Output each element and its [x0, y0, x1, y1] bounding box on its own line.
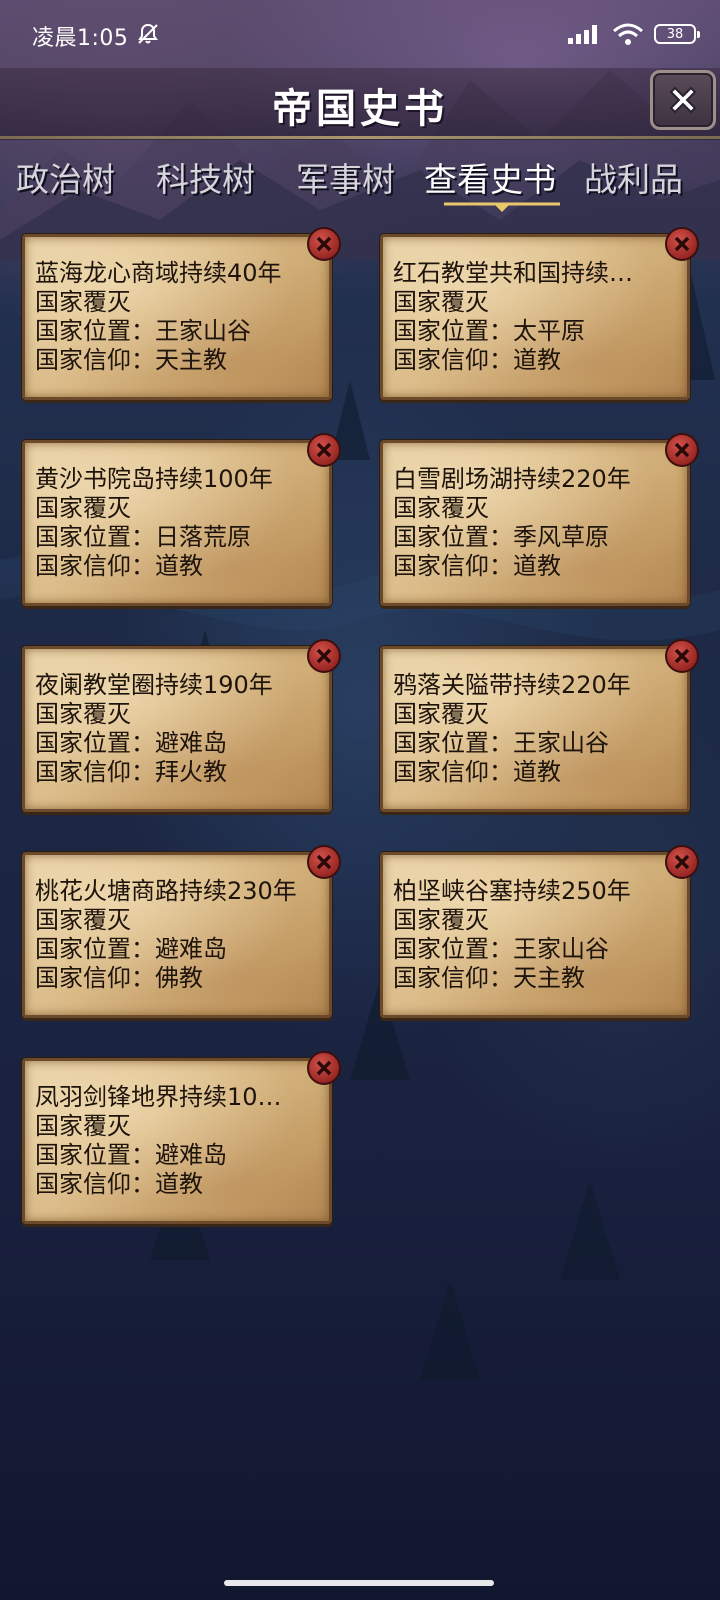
delete-record-button[interactable]	[665, 639, 699, 673]
delete-icon	[316, 854, 332, 870]
delete-record-button[interactable]	[665, 845, 699, 879]
delete-icon	[674, 854, 690, 870]
record-status: 国家覆灭	[393, 288, 489, 316]
status-time: 凌晨1:05	[32, 26, 129, 51]
record-text: 白雪剧场湖持续220年 国家覆灭 国家位置：季风草原 国家信仰：道教	[393, 465, 681, 581]
record-card[interactable]: 白雪剧场湖持续220年 国家覆灭 国家位置：季风草原 国家信仰：道教	[380, 433, 699, 606]
header-divider	[0, 136, 720, 139]
record-faith: 国家信仰：天主教	[393, 964, 585, 992]
status-icons: 38	[568, 22, 700, 46]
record-title: 蓝海龙心商域持续40年	[35, 259, 282, 287]
record-card[interactable]: 黄沙书院岛持续100年 国家覆灭 国家位置：日落荒原 国家信仰：道教	[22, 433, 341, 606]
delete-icon	[674, 442, 690, 458]
delete-record-button[interactable]	[307, 639, 341, 673]
record-text: 黄沙书院岛持续100年 国家覆灭 国家位置：日落荒原 国家信仰：道教	[35, 465, 323, 581]
delete-record-button[interactable]	[307, 845, 341, 879]
delete-record-button[interactable]	[307, 1051, 341, 1085]
delete-icon	[316, 1060, 332, 1076]
delete-icon	[674, 236, 690, 252]
record-status: 国家覆灭	[35, 906, 131, 934]
record-status: 国家覆灭	[35, 700, 131, 728]
record-faith: 国家信仰：道教	[393, 758, 561, 786]
record-text: 夜阑教堂圈持续190年 国家覆灭 国家位置：避难岛 国家信仰：拜火教	[35, 671, 323, 787]
delete-record-button[interactable]	[307, 227, 341, 261]
record-text: 蓝海龙心商域持续40年 国家覆灭 国家位置：王家山谷 国家信仰：天主教	[35, 259, 323, 375]
record-location: 国家位置：王家山谷	[35, 317, 251, 345]
active-tab-indicator	[444, 202, 560, 212]
record-card[interactable]: 蓝海龙心商域持续40年 国家覆灭 国家位置：王家山谷 国家信仰：天主教	[22, 227, 341, 400]
battery-indicator: 38	[654, 24, 700, 44]
tab-technology[interactable]: 科技树	[156, 152, 255, 208]
record-title: 桃花火塘商路持续230年	[35, 877, 297, 905]
record-title: 白雪剧场湖持续220年	[393, 465, 631, 493]
bell-off-icon	[138, 23, 158, 44]
record-faith: 国家信仰：道教	[393, 346, 561, 374]
close-button[interactable]	[650, 70, 716, 130]
record-location: 国家位置：避难岛	[35, 1141, 227, 1169]
record-location: 国家位置：王家山谷	[393, 729, 609, 757]
record-title: 黄沙书院岛持续100年	[35, 465, 273, 493]
record-title: 夜阑教堂圈持续190年	[35, 671, 273, 699]
record-location: 国家位置：王家山谷	[393, 935, 609, 963]
delete-icon	[316, 648, 332, 664]
record-card[interactable]: 柏坚峡谷塞持续250年 国家覆灭 国家位置：王家山谷 国家信仰：天主教	[380, 845, 699, 1018]
record-faith: 国家信仰：天主教	[35, 346, 227, 374]
record-text: 桃花火塘商路持续230年 国家覆灭 国家位置：避难岛 国家信仰：佛教	[35, 877, 323, 993]
record-location: 国家位置：避难岛	[35, 935, 227, 963]
delete-record-button[interactable]	[665, 433, 699, 467]
record-card[interactable]: 夜阑教堂圈持续190年 国家覆灭 国家位置：避难岛 国家信仰：拜火教	[22, 639, 341, 812]
record-location: 国家位置：季风草原	[393, 523, 609, 551]
record-faith: 国家信仰：道教	[35, 1170, 203, 1198]
record-text: 柏坚峡谷塞持续250年 国家覆灭 国家位置：王家山谷 国家信仰：天主教	[393, 877, 681, 993]
delete-record-button[interactable]	[665, 227, 699, 261]
record-location: 国家位置：避难岛	[35, 729, 227, 757]
tab-bar: 政治树 科技树 军事树 查看史书 战利品	[0, 152, 720, 222]
delete-icon	[674, 648, 690, 664]
record-card[interactable]: 桃花火塘商路持续230年 国家覆灭 国家位置：避难岛 国家信仰：佛教	[22, 845, 341, 1018]
record-status: 国家覆灭	[35, 494, 131, 522]
record-faith: 国家信仰：道教	[393, 552, 561, 580]
record-card[interactable]: 凤羽剑锋地界持续10… 国家覆灭 国家位置：避难岛 国家信仰：道教	[22, 1051, 341, 1224]
record-faith: 国家信仰：道教	[35, 552, 203, 580]
record-text: 凤羽剑锋地界持续10… 国家覆灭 国家位置：避难岛 国家信仰：道教	[35, 1083, 323, 1199]
record-faith: 国家信仰：拜火教	[35, 758, 227, 786]
tab-military[interactable]: 军事树	[296, 152, 395, 208]
record-status: 国家覆灭	[393, 700, 489, 728]
close-icon	[669, 86, 697, 114]
record-title: 凤羽剑锋地界持续10…	[35, 1083, 282, 1111]
record-location: 国家位置：日落荒原	[35, 523, 251, 551]
record-status: 国家覆灭	[393, 494, 489, 522]
record-title: 红石教堂共和国持续…	[393, 259, 633, 287]
delete-icon	[316, 236, 332, 252]
page-title: 帝国史书	[272, 86, 448, 132]
tab-spoils[interactable]: 战利品	[584, 152, 683, 208]
delete-record-button[interactable]	[307, 433, 341, 467]
record-title: 鸦落关隘带持续220年	[393, 671, 631, 699]
signal-icon	[568, 25, 597, 44]
wifi-icon	[613, 23, 643, 45]
home-indicator[interactable]	[224, 1580, 494, 1586]
record-card[interactable]: 鸦落关隘带持续220年 国家覆灭 国家位置：王家山谷 国家信仰：道教	[380, 639, 699, 812]
record-title: 柏坚峡谷塞持续250年	[393, 877, 631, 905]
record-text: 鸦落关隘带持续220年 国家覆灭 国家位置：王家山谷 国家信仰：道教	[393, 671, 681, 787]
record-card[interactable]: 红石教堂共和国持续… 国家覆灭 国家位置：太平原 国家信仰：道教	[380, 227, 699, 400]
record-status: 国家覆灭	[393, 906, 489, 934]
tab-politics[interactable]: 政治树	[16, 152, 115, 208]
record-faith: 国家信仰：佛教	[35, 964, 203, 992]
record-location: 国家位置：太平原	[393, 317, 585, 345]
status-bar: 凌晨1:05 38	[0, 0, 720, 68]
record-status: 国家覆灭	[35, 288, 131, 316]
delete-icon	[316, 442, 332, 458]
record-text: 红石教堂共和国持续… 国家覆灭 国家位置：太平原 国家信仰：道教	[393, 259, 681, 375]
record-status: 国家覆灭	[35, 1112, 131, 1140]
